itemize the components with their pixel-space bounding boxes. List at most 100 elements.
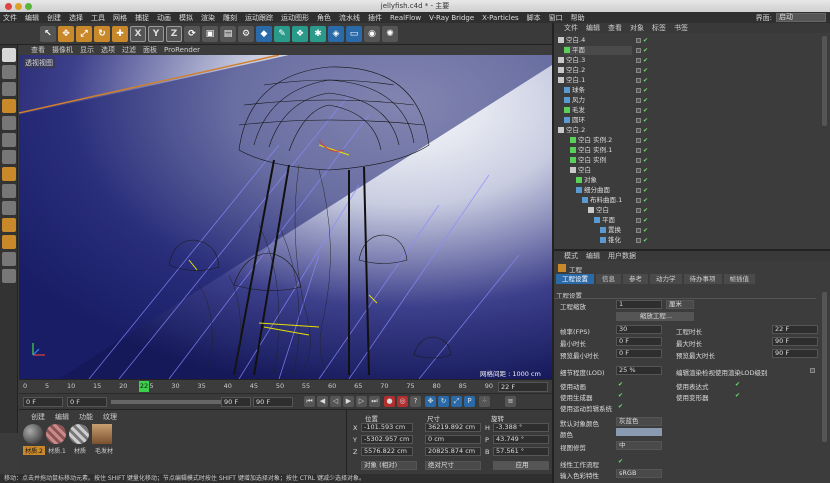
rotation-h-field[interactable]: -3.388 ° [493,423,549,432]
current-frame-field[interactable]: 22 F [498,382,548,392]
array-icon[interactable]: ✱ [310,25,326,42]
enabled-check-icon[interactable]: ✔ [643,237,648,244]
move-tool-icon[interactable]: ✥ [58,25,74,42]
attribute-value-field[interactable]: 90 F [772,337,818,346]
render-view-icon[interactable]: ▣ [202,25,218,42]
object-menu-item[interactable]: 标签 [652,23,666,33]
menu-item[interactable]: 渲染 [201,13,215,23]
menu-item[interactable]: 文件 [3,13,17,23]
model-mode-icon[interactable] [2,65,16,79]
object-row[interactable]: 空白 实例 [570,156,632,165]
rotation-b-field[interactable]: 57.561 ° [493,447,549,456]
render-settings-icon[interactable]: ⚙ [238,25,254,42]
object-row[interactable]: 风力 [564,96,632,105]
menu-item[interactable]: 模拟 [179,13,193,23]
tab-info[interactable]: 信息 [596,274,621,284]
position-y-field[interactable]: -5302.957 cm [361,435,413,444]
menu-item[interactable]: 流水线 [339,13,360,23]
edges-mode-icon[interactable] [2,133,16,147]
current-frame-marker[interactable]: 22 [139,381,149,392]
enabled-check-icon[interactable]: ✔ [643,187,648,194]
material-menu-item[interactable]: 编辑 [55,412,69,422]
max-frame-field[interactable]: 90 F [221,397,251,407]
material-swatch[interactable] [92,424,112,444]
enabled-check-icon[interactable]: ✔ [643,147,648,154]
visibility-dots-icon[interactable] [636,88,641,93]
viewport-menu-item[interactable]: 过滤 [122,45,136,55]
enabled-check-icon[interactable]: ✔ [643,47,648,54]
material-swatch[interactable] [23,424,43,444]
linear-workflow-checkbox[interactable]: ✔ [618,458,623,465]
y-axis-lock-icon[interactable]: Y [148,25,164,42]
enabled-check-icon[interactable]: ✔ [643,167,648,174]
object-row[interactable]: 球条 [564,86,632,95]
menu-item[interactable]: 运动跟踪 [245,13,273,23]
visibility-dots-icon[interactable] [636,138,641,143]
visibility-dots-icon[interactable] [636,188,641,193]
menu-item[interactable]: 网格 [113,13,127,23]
attribute-value-field[interactable]: 30 [616,325,662,334]
menu-item[interactable]: 脚本 [527,13,541,23]
workplane-icon[interactable] [2,99,16,113]
attribute-menu-item[interactable]: 模式 [564,251,578,261]
visibility-dots-icon[interactable] [636,118,641,123]
rotate-tool-icon[interactable]: ↻ [94,25,110,42]
enabled-check-icon[interactable]: ✔ [643,77,648,84]
enabled-check-icon[interactable]: ✔ [643,127,648,134]
enabled-check-icon[interactable]: ✔ [643,227,648,234]
menu-item[interactable]: 动画 [157,13,171,23]
object-menu-item[interactable]: 对象 [630,23,644,33]
menu-item[interactable]: 捕捉 [135,13,149,23]
workplane-lock-icon[interactable] [2,252,16,266]
attribute-menu-item[interactable]: 编辑 [586,251,600,261]
select-tool-icon[interactable]: ↖ [40,25,56,42]
menu-item[interactable]: 选择 [69,13,83,23]
object-row[interactable]: 空白.1 [558,76,632,85]
object-row[interactable]: 空白 实例.2 [570,136,632,145]
prev-key-icon[interactable]: ◀ [317,396,328,407]
visibility-dots-icon[interactable] [636,128,641,133]
viewport-menu-item[interactable]: 面板 [143,45,157,55]
object-row[interactable]: 锥化 [600,236,632,245]
visibility-dots-icon[interactable] [636,108,641,113]
perspective-viewport[interactable] [19,55,552,379]
points-mode-icon[interactable] [2,116,16,130]
menu-item[interactable]: 窗口 [549,13,563,23]
viewport-menu-item[interactable]: 摄像机 [52,45,73,55]
object-menu-item[interactable]: 编辑 [586,23,600,33]
attribute-value-field[interactable]: 0 F [616,349,662,358]
snapping-icon[interactable] [2,218,16,232]
menu-item[interactable]: RealFlow [390,14,421,22]
object-row[interactable]: 空白.3 [558,56,632,65]
object-row[interactable]: 布料曲面.1 [582,196,632,205]
end-frame-field[interactable]: 90 F [253,397,293,407]
next-frame-icon[interactable]: ▷ [356,396,367,407]
object-menu-item[interactable]: 书签 [674,23,688,33]
size-y-field[interactable]: 0 cm [425,435,481,444]
object-row[interactable]: 圆环 [564,116,632,125]
enabled-check-icon[interactable]: ✔ [643,177,648,184]
object-menu-item[interactable]: 文件 [564,23,578,33]
size-x-field[interactable]: 36219.892 cm [425,423,481,432]
material-swatch[interactable] [46,424,66,444]
object-row[interactable]: 置换 [600,226,632,235]
project-scale-field[interactable]: 1 [616,300,662,309]
range-slider[interactable] [111,400,231,404]
option-checkbox[interactable]: ✔ [618,403,623,410]
visibility-dots-icon[interactable] [636,198,641,203]
view-clip-select[interactable]: 中 [616,441,662,450]
visibility-dots-icon[interactable] [636,168,641,173]
prev-frame-icon[interactable]: ◁ [330,396,341,407]
enabled-check-icon[interactable]: ✔ [643,137,648,144]
minimize-window-button[interactable] [15,3,22,10]
object-row[interactable]: 毛发 [564,106,632,115]
object-menu-item[interactable]: 查看 [608,23,622,33]
visibility-dots-icon[interactable] [636,58,641,63]
x-axis-lock-icon[interactable]: X [130,25,146,42]
enabled-check-icon[interactable]: ✔ [643,107,648,114]
enabled-check-icon[interactable]: ✔ [643,37,648,44]
visibility-dots-icon[interactable] [636,68,641,73]
object-row[interactable]: 空白 实例.1 [570,146,632,155]
visibility-dots-icon[interactable] [636,178,641,183]
material-name[interactable]: 毛发材 [92,446,116,455]
